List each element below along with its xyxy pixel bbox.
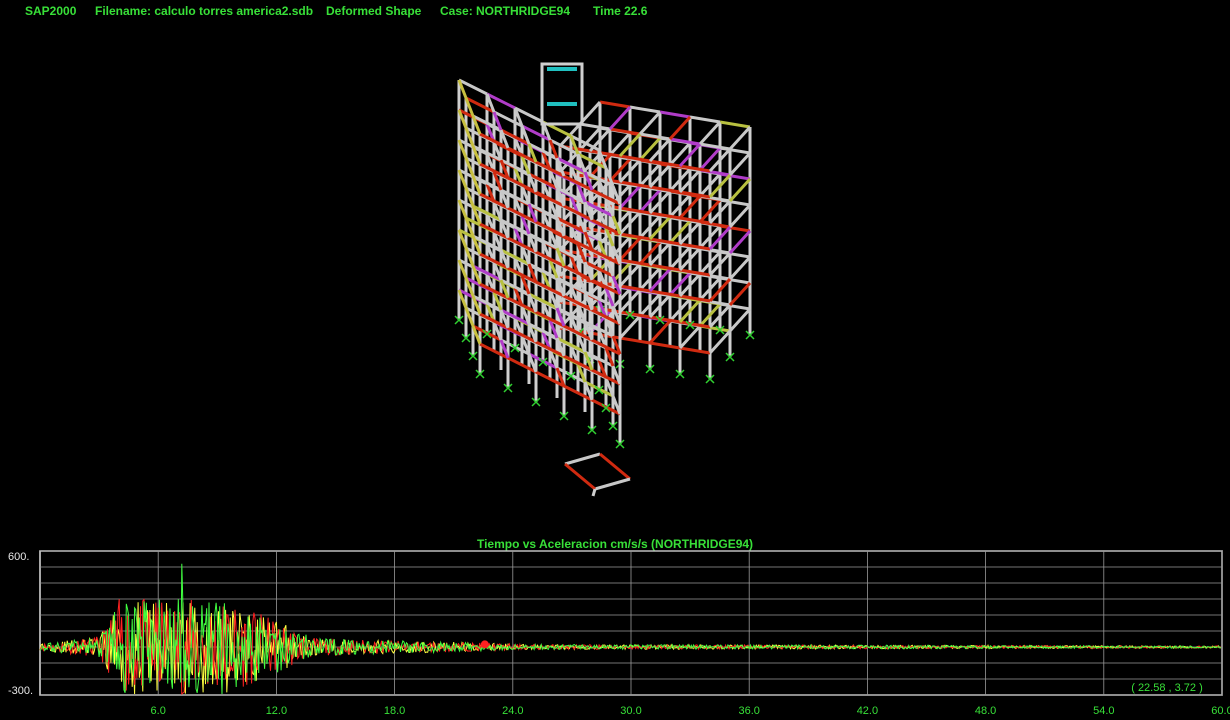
time-label: Time 22.6 bbox=[593, 4, 648, 18]
time-cursor-marker bbox=[480, 640, 489, 649]
structure-3d-view[interactable] bbox=[0, 24, 1230, 534]
y-tick-label: -300. bbox=[8, 685, 33, 697]
x-tick-label: 18.0 bbox=[384, 705, 405, 717]
load-case-label: Case: NORTHRIDGE94 bbox=[440, 4, 571, 18]
x-tick-label: 12.0 bbox=[266, 705, 287, 717]
x-tick-label: 48.0 bbox=[975, 705, 996, 717]
frame-members bbox=[454, 62, 755, 497]
filename-label: Filename: calculo torres america2.sdb bbox=[95, 4, 314, 18]
status-header: SAP2000 Filename: calculo torres america… bbox=[0, 4, 1230, 20]
x-tick-label: 42.0 bbox=[857, 705, 878, 717]
view-mode-label: Deformed Shape bbox=[326, 4, 422, 18]
app-name: SAP2000 bbox=[25, 4, 77, 18]
x-tick-label: 54.0 bbox=[1093, 705, 1114, 717]
y-tick-label: 600. bbox=[8, 551, 29, 563]
cursor-readout: ( 22.58 , 3.72 ) bbox=[1131, 682, 1203, 694]
x-tick-label: 60.0 bbox=[1211, 705, 1230, 717]
x-tick-label: 24.0 bbox=[502, 705, 523, 717]
x-tick-label: 36.0 bbox=[738, 705, 759, 717]
x-tick-label: 6.0 bbox=[151, 705, 166, 717]
acceleration-plot[interactable]: 6.0 12.0 18.0 24.0 30.0 36.0 42.0 48.0 54.0 60.0 6… bbox=[0, 548, 1230, 720]
x-tick-label: 30.0 bbox=[620, 705, 641, 717]
